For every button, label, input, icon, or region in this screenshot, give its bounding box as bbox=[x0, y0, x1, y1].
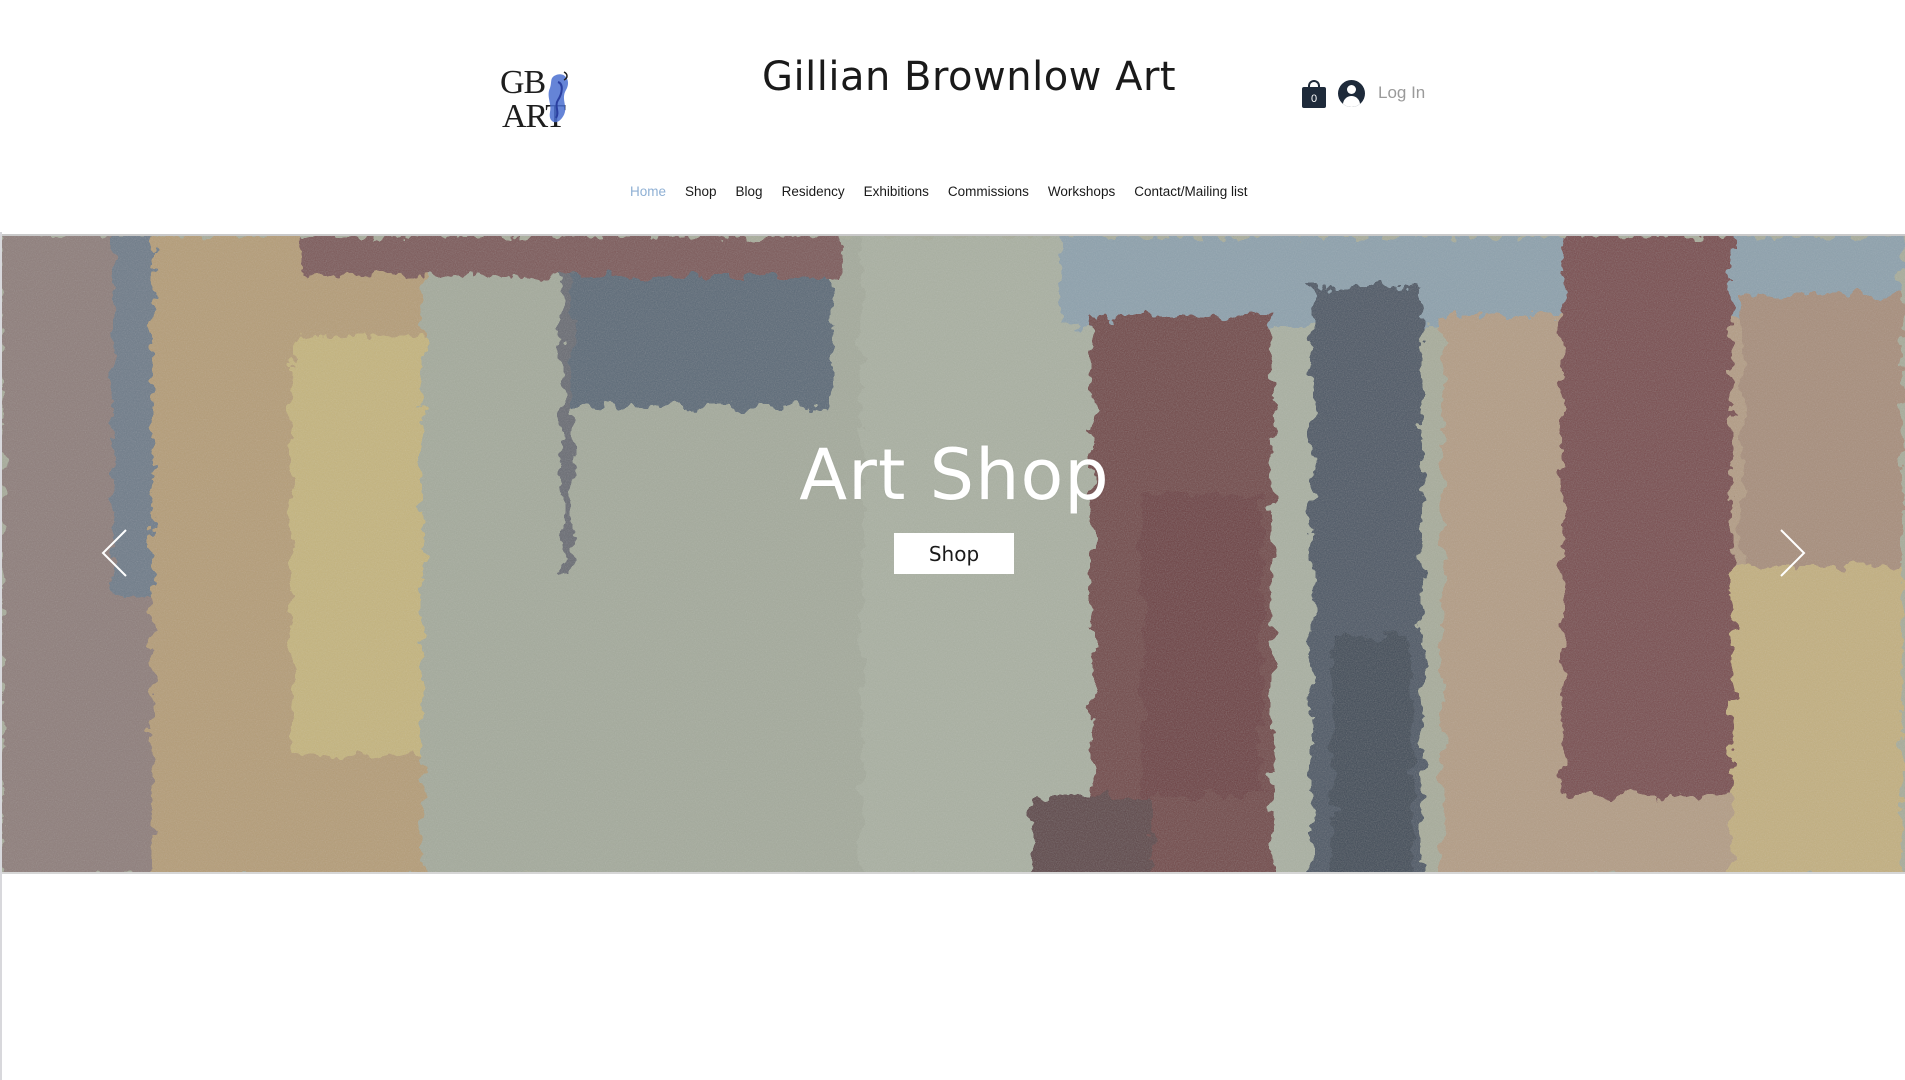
login-label: Log In bbox=[1378, 83, 1426, 102]
logo-text-top: GB bbox=[500, 64, 546, 101]
user-avatar-icon bbox=[1338, 79, 1365, 107]
login-button[interactable]: Log In bbox=[1338, 78, 1425, 108]
chevron-right-icon bbox=[1780, 529, 1806, 577]
nav-item-exhibitions[interactable]: Exhibitions bbox=[864, 184, 929, 199]
nav-item-contact[interactable]: Contact/Mailing list bbox=[1134, 184, 1247, 199]
nav-item-shop[interactable]: Shop bbox=[685, 184, 717, 199]
logo-brush-icon bbox=[548, 71, 569, 123]
shop-button[interactable]: Shop bbox=[894, 533, 1014, 574]
nav-item-blog[interactable]: Blog bbox=[736, 184, 763, 199]
nav-item-workshops[interactable]: Workshops bbox=[1048, 184, 1115, 199]
slideshow-prev-button[interactable] bbox=[100, 528, 130, 578]
nav-item-home[interactable]: Home bbox=[630, 184, 666, 199]
cart-button[interactable]: 0 bbox=[1302, 80, 1326, 108]
site-logo[interactable]: GB ART bbox=[500, 66, 582, 138]
site-header: GB ART Gillian Brownlow Art 0 Log In Hom… bbox=[0, 0, 1905, 232]
cart-count: 0 bbox=[1310, 93, 1318, 105]
hero-title: Art Shop bbox=[799, 434, 1110, 516]
nav-item-residency[interactable]: Residency bbox=[782, 184, 845, 199]
slideshow-next-button[interactable] bbox=[1777, 528, 1807, 578]
main-nav: Home Shop Blog Residency Exhibitions Com… bbox=[0, 184, 1905, 208]
site-title[interactable]: Gillian Brownlow Art bbox=[762, 54, 1176, 100]
chevron-left-icon bbox=[101, 529, 127, 577]
nav-item-commissions[interactable]: Commissions bbox=[948, 184, 1029, 199]
